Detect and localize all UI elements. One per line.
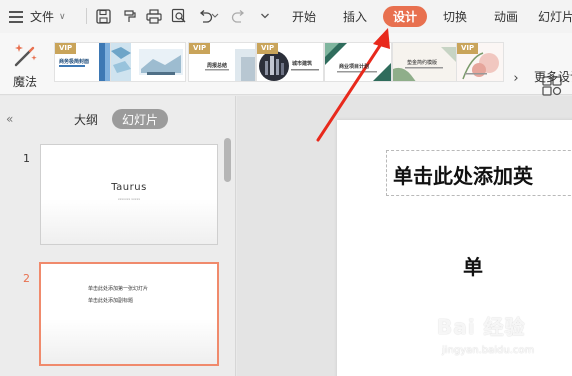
watermark-url: jingyan.baidu.com: [442, 345, 535, 356]
print-preview-icon[interactable]: [170, 7, 188, 25]
template-thumbnail[interactable]: [110, 42, 186, 82]
template-thumbnail[interactable]: 商业项目计划: [324, 42, 392, 82]
title-placeholder-text: 单击此处添加英: [393, 164, 533, 188]
hamburger-menu-icon[interactable]: [6, 0, 26, 33]
quick-access-more-icon[interactable]: [256, 7, 274, 25]
thumbnail-subtitle: xxxxxxx xxxxx: [117, 197, 141, 201]
thumbnail-title: Taurus: [111, 182, 147, 193]
redo-icon[interactable]: [229, 7, 247, 25]
magic-wand-icon: [14, 44, 37, 67]
thumbnail-subtitle: 单击此处添加副标题: [88, 298, 134, 304]
print-icon[interactable]: [145, 7, 163, 25]
design-ribbon: 魔法 VIP 商务极简封面 VIP 周报总结 VIP 城市建筑 商业项目计划 垫…: [0, 33, 572, 96]
watermark-brand: Bai 经验: [437, 315, 526, 339]
title-placeholder[interactable]: 单击此处添加英: [386, 150, 572, 196]
slide-thumbnail-1[interactable]: Taurus xxxxxxx xxxxx: [40, 144, 218, 245]
save-icon[interactable]: [94, 7, 112, 25]
vip-badge: VIP: [189, 43, 211, 54]
template-thumbnail[interactable]: 垫金简约模版: [392, 42, 460, 82]
chevron-down-icon: ∨: [59, 11, 66, 22]
template-thumbnail[interactable]: VIP 城市建筑: [256, 42, 324, 82]
template-title: 周报总结: [207, 63, 228, 69]
template-thumbnail[interactable]: VIP: [456, 42, 504, 82]
tab-slideshow[interactable]: 幻灯片: [538, 6, 572, 27]
template-scroll-right-icon[interactable]: ›: [507, 69, 525, 87]
slide-panel: « 大纲 幻灯片 1 Taurus xxxxxxx xxxxx 2 单击此处添加…: [0, 96, 236, 376]
template-title: 商业项目计划: [339, 64, 370, 70]
template-title: 垫金简约模版: [407, 60, 438, 66]
slide-thumbnail-2[interactable]: 单击此处添加第一张幻灯片 单击此处添加副标题: [39, 262, 219, 366]
vip-badge: VIP: [257, 43, 279, 54]
template-title: 商务极简封面: [59, 59, 90, 65]
more-design-label[interactable]: 更多设计: [534, 68, 572, 85]
file-menu-label: 文件: [30, 10, 55, 24]
toolbar-divider: [86, 8, 87, 24]
slide-number: 1: [23, 152, 30, 165]
thumbnail-title: 单击此处添加第一张幻灯片: [88, 286, 149, 292]
baidu-watermark: Bai 经验 jingyan.baidu.com: [437, 311, 567, 367]
subtitle-placeholder-text[interactable]: 单: [463, 251, 483, 280]
tab-design[interactable]: 设计: [383, 6, 427, 27]
collapse-panel-icon[interactable]: «: [6, 112, 13, 126]
vip-badge: VIP: [457, 43, 479, 54]
slide-number: 2: [23, 272, 30, 285]
magic-button[interactable]: 魔法: [8, 37, 42, 89]
format-painter-icon[interactable]: [120, 7, 138, 25]
tab-home[interactable]: 开始: [285, 6, 323, 27]
panel-scrollbar[interactable]: [224, 138, 231, 182]
vip-badge: VIP: [55, 43, 77, 54]
template-thumbnail[interactable]: VIP 周报总结: [188, 42, 256, 82]
slides-view-tab[interactable]: 幻灯片: [112, 109, 168, 129]
tab-transition[interactable]: 切换: [436, 6, 474, 27]
template-title: 城市建筑: [292, 61, 313, 67]
file-menu[interactable]: 文件 ∨: [30, 0, 66, 33]
tab-insert[interactable]: 插入: [336, 6, 374, 27]
outline-view-tab[interactable]: 大纲: [74, 111, 98, 128]
menu-bar: 文件 ∨ 开始 插入 设计 切换 动画 幻灯片: [0, 0, 572, 33]
wps-presentation-window: 文件 ∨ 开始 插入 设计 切换 动画 幻灯片 魔法 VIP 商务极简封面 VI…: [0, 0, 572, 376]
undo-dropdown-chevron-icon[interactable]: [210, 7, 220, 25]
magic-label: 魔法: [12, 75, 37, 89]
tab-animation[interactable]: 动画: [487, 6, 525, 27]
template-graphic: [111, 43, 183, 81]
